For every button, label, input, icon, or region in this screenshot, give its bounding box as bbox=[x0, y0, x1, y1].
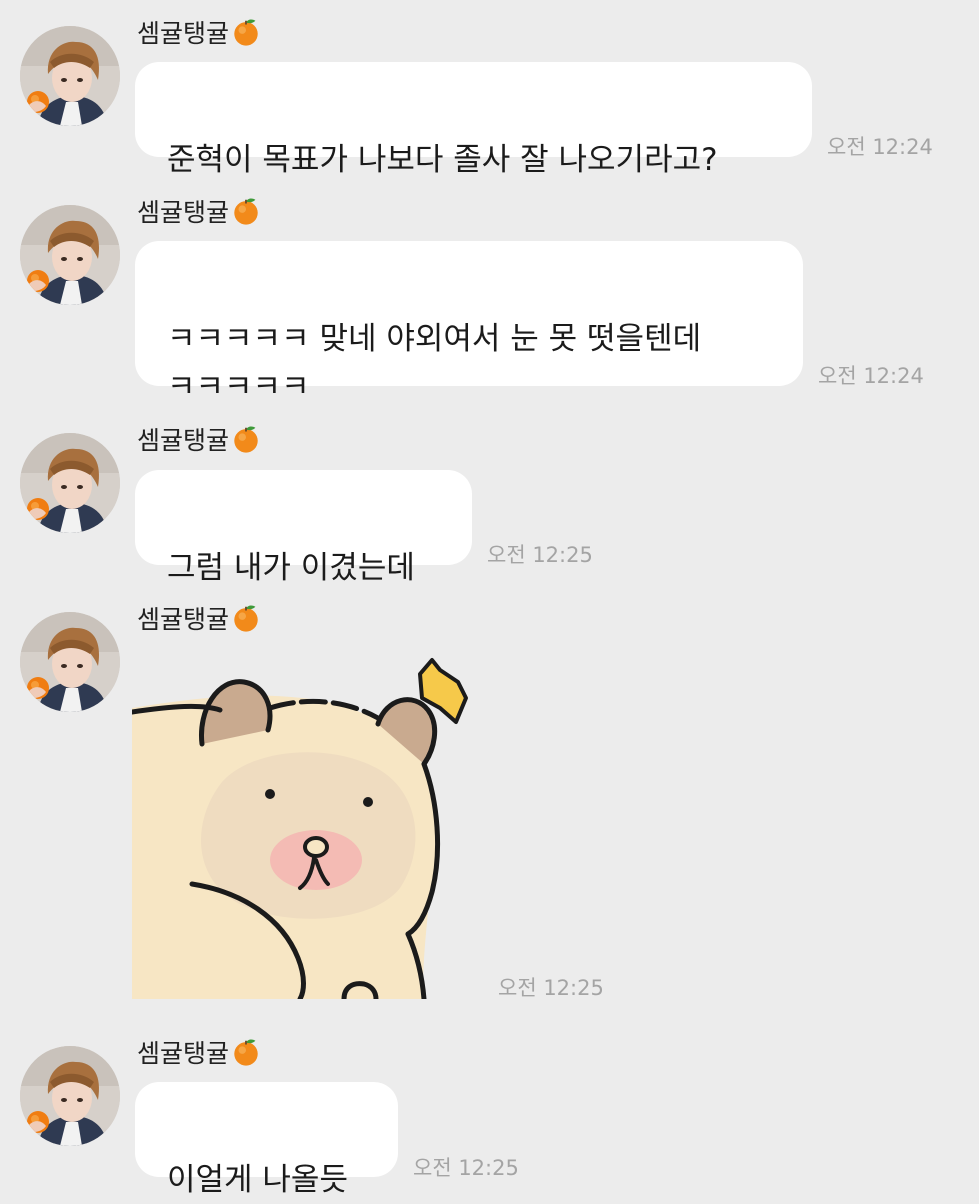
message-bubble[interactable]: 그럼 내가 이겼는데 bbox=[135, 470, 472, 586]
sender-name-text: 셈귤탱귤 bbox=[137, 605, 230, 634]
message-timestamp: 오전 12:25 bbox=[413, 1156, 519, 1180]
orange-icon bbox=[231, 196, 261, 234]
sender-name-text: 셈귤탱귤 bbox=[137, 1039, 230, 1068]
sender-name-text: 셈귤탱귤 bbox=[137, 426, 230, 455]
sender-name-text: 셈귤탱귤 bbox=[137, 19, 230, 48]
message-bubble[interactable]: ㅋㅋㅋㅋㅋ 맞네 야외여서 눈 못 떳을텐데 ㅋㅋㅋㅋㅋ bbox=[135, 241, 803, 405]
message-timestamp: 오전 12:24 bbox=[818, 364, 924, 388]
orange-icon bbox=[231, 424, 261, 462]
avatar[interactable] bbox=[20, 612, 120, 712]
sender-name: 셈귤탱귤 bbox=[137, 1037, 261, 1075]
message-text: 준혁이 목표가 나보다 졸사 잘 나오기라고? bbox=[167, 142, 718, 178]
sender-name: 셈귤탱귤 bbox=[137, 196, 261, 234]
sender-name-text: 셈귤탱귤 bbox=[137, 198, 230, 227]
avatar[interactable] bbox=[20, 26, 120, 126]
avatar[interactable] bbox=[20, 205, 120, 305]
message-text: 이얼게 나올듯 bbox=[167, 1162, 348, 1198]
orange-icon bbox=[231, 603, 261, 641]
sender-name: 셈귤탱귤 bbox=[137, 424, 261, 462]
orange-icon bbox=[231, 17, 261, 55]
sender-name: 셈귤탱귤 bbox=[137, 603, 261, 641]
sender-name: 셈귤탱귤 bbox=[137, 17, 261, 55]
avatar[interactable] bbox=[20, 433, 120, 533]
message-text: ㅋㅋㅋㅋㅋ 맞네 야외여서 눈 못 떳을텐데 ㅋㅋㅋㅋㅋ bbox=[167, 321, 702, 405]
message-timestamp: 오전 12:25 bbox=[498, 976, 604, 1000]
startled-bear-sticker[interactable] bbox=[129, 652, 477, 1003]
orange-icon bbox=[231, 1037, 261, 1075]
message-text: 그럼 내가 이겼는데 bbox=[167, 550, 415, 586]
message-timestamp: 오전 12:24 bbox=[827, 135, 933, 159]
message-bubble[interactable]: 준혁이 목표가 나보다 졸사 잘 나오기라고? bbox=[135, 62, 812, 178]
message-timestamp: 오전 12:25 bbox=[487, 543, 593, 567]
avatar[interactable] bbox=[20, 1046, 120, 1146]
message-bubble[interactable]: 이얼게 나올듯 bbox=[135, 1082, 398, 1198]
